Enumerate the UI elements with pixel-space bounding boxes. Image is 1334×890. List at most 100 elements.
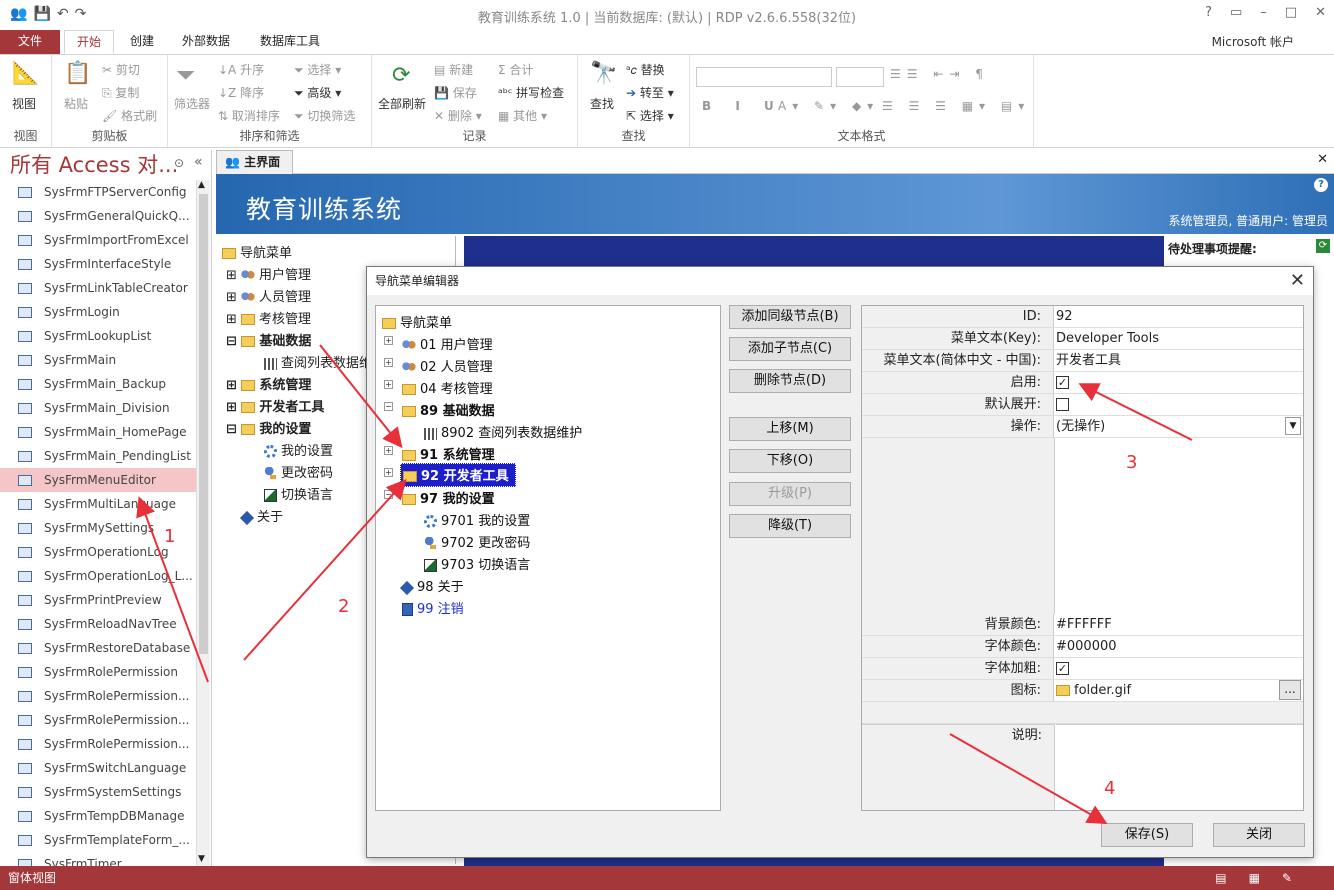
- nav-item[interactable]: SysFrmMenuEditor: [0, 468, 196, 492]
- account-button[interactable]: Microsoft 帐户: [1212, 33, 1294, 50]
- view-switch-icons[interactable]: ▤▦✎: [1215, 866, 1314, 890]
- dialog-tree-node[interactable]: 97 我的设置: [402, 488, 495, 507]
- dialog-tree-node[interactable]: 04 考核管理: [402, 378, 493, 397]
- tree-node[interactable]: ⊞ 人员管理: [226, 286, 311, 305]
- selection-button[interactable]: ⏷ 选择 ▾: [294, 61, 341, 78]
- find-button[interactable]: 查找: [590, 95, 614, 112]
- tree-node[interactable]: 关于: [239, 506, 283, 525]
- tab-home[interactable]: 开始: [64, 30, 115, 54]
- tree-node[interactable]: 切换语言: [264, 484, 333, 503]
- view-button[interactable]: 视图: [12, 95, 36, 112]
- nav-item[interactable]: SysFrmRolePermission...: [0, 732, 196, 756]
- more-button[interactable]: ▦ 其他 ▾: [498, 107, 547, 124]
- refresh-icon[interactable]: ⟳: [1316, 239, 1330, 253]
- nav-item[interactable]: SysFrmMain_HomePage: [0, 420, 196, 444]
- nav-item[interactable]: SysFrmOperationLog_L...: [0, 564, 196, 588]
- nav-item[interactable]: SysFrmReloadNavTree: [0, 612, 196, 636]
- dialog-tree-node[interactable]: 91 系统管理: [402, 444, 495, 463]
- dialog-tree-node-selected[interactable]: 92 开发者工具: [400, 463, 516, 487]
- tab-main-form[interactable]: 👥 主界面: [216, 150, 294, 174]
- collapse-pane-icon[interactable]: «: [194, 154, 203, 170]
- nav-item[interactable]: SysFrmInterfaceStyle: [0, 252, 196, 276]
- expand-icon[interactable]: +: [384, 336, 393, 345]
- expand-icon[interactable]: +: [384, 446, 393, 455]
- ribbon-display-icon[interactable]: ▭: [1230, 5, 1242, 20]
- new-record-button[interactable]: ▤ 新建: [434, 61, 473, 78]
- tree-root[interactable]: 导航菜单: [222, 242, 292, 261]
- close-document-icon[interactable]: ✕: [1317, 152, 1328, 167]
- close-button[interactable]: 关闭: [1213, 823, 1305, 847]
- nav-item[interactable]: SysFrmGeneralQuickQ...: [0, 204, 196, 228]
- nav-item[interactable]: SysFrmRolePermission...: [0, 708, 196, 732]
- nav-item[interactable]: SysFrmMain_Backup: [0, 372, 196, 396]
- tree-node[interactable]: ⊟ 基础数据: [226, 330, 311, 349]
- dialog-tree-root[interactable]: 导航菜单: [382, 312, 452, 331]
- paste-button[interactable]: 粘贴: [64, 95, 88, 112]
- scroll-up-icon[interactable]: ▲: [198, 180, 205, 190]
- goto-button[interactable]: ➔ 转至 ▾: [626, 84, 674, 101]
- scroll-down-icon[interactable]: ▼: [198, 854, 205, 864]
- nav-item[interactable]: SysFrmMultiLanguage: [0, 492, 196, 516]
- bold-italic-underline-icons[interactable]: B I U: [702, 99, 784, 113]
- nav-item[interactable]: SysFrmLinkTableCreator: [0, 276, 196, 300]
- remove-sort-button[interactable]: ⇅ 取消排序: [218, 107, 280, 124]
- dialog-tree-node[interactable]: 01 用户管理: [402, 334, 493, 353]
- nav-item[interactable]: SysFrmMain_PendingList: [0, 444, 196, 468]
- nav-item[interactable]: SysFrmRolePermission...: [0, 684, 196, 708]
- tree-node[interactable]: ⊟ 我的设置: [226, 418, 311, 437]
- nav-item[interactable]: SysFrmLogin: [0, 300, 196, 324]
- bg-color-field[interactable]: #FFFFFF: [1056, 614, 1112, 635]
- expand-icon[interactable]: +: [384, 380, 393, 389]
- dialog-tree-node[interactable]: 89 基础数据: [402, 400, 495, 419]
- dialog-tree-node[interactable]: 9703 切换语言: [424, 554, 530, 573]
- prop-id-value[interactable]: 92: [1056, 306, 1073, 327]
- bold-checkbox[interactable]: ✓: [1056, 662, 1069, 675]
- icon-field[interactable]: folder.gif: [1056, 680, 1131, 701]
- add-child-button[interactable]: 添加子节点(C): [729, 337, 851, 361]
- help-icon[interactable]: ?: [1205, 5, 1212, 20]
- refresh-all-button[interactable]: 全部刷新: [378, 95, 426, 112]
- copy-button[interactable]: ⎘ 复制: [102, 84, 139, 101]
- replace-button[interactable]: ᵃ𝑐 替换: [626, 61, 665, 78]
- nav-item[interactable]: SysFrmFTPServerConfig: [0, 180, 196, 204]
- nav-item[interactable]: SysFrmTempDBManage: [0, 804, 196, 828]
- toggle-filter-button[interactable]: ⏷ 切换筛选: [294, 107, 355, 124]
- nav-item[interactable]: SysFrmMain: [0, 348, 196, 372]
- nav-item[interactable]: SysFrmMain_Division: [0, 396, 196, 420]
- filter-button[interactable]: 筛选器: [174, 95, 210, 112]
- nav-item[interactable]: SysFrmPrintPreview: [0, 588, 196, 612]
- expand-checkbox[interactable]: [1056, 398, 1069, 411]
- nav-item[interactable]: SysFrmSwitchLanguage: [0, 756, 196, 780]
- nav-item[interactable]: SysFrmSystemSettings: [0, 780, 196, 804]
- fg-color-field[interactable]: #000000: [1056, 636, 1117, 657]
- tree-node[interactable]: ⊞ 考核管理: [226, 308, 311, 327]
- chevron-down-icon[interactable]: ⊙: [174, 156, 184, 170]
- help-circle-icon[interactable]: ?: [1314, 178, 1328, 192]
- close-icon[interactable]: ✕: [1315, 5, 1326, 20]
- spelling-button[interactable]: ᵃᵇᶜ 拼写检查: [498, 84, 564, 101]
- cut-button[interactable]: ✂ 剪切: [102, 61, 140, 78]
- action-select[interactable]: (无操作): [1056, 416, 1105, 437]
- demote-button[interactable]: 降级(T): [729, 514, 851, 538]
- align-icons[interactable]: ☰ ☰ ☰ ▦▾ ▤▾: [882, 99, 1030, 113]
- tab-database-tools[interactable]: 数据库工具: [248, 30, 332, 54]
- dialog-tree-node[interactable]: 8902 查阅列表数据维护: [424, 422, 582, 441]
- dialog-tree-node[interactable]: 98 关于: [399, 576, 464, 595]
- add-sibling-button[interactable]: 添加同级节点(B): [729, 305, 851, 329]
- delete-node-button[interactable]: 删除节点(D): [729, 369, 851, 393]
- save-record-button[interactable]: 💾 保存: [434, 84, 477, 101]
- dialog-close-icon[interactable]: ✕: [1290, 270, 1305, 291]
- move-down-button[interactable]: 下移(O): [729, 449, 851, 473]
- minimize-icon[interactable]: –: [1260, 5, 1267, 20]
- save-button[interactable]: 保存(S): [1101, 823, 1193, 847]
- scroll-thumb[interactable]: [199, 194, 208, 654]
- move-up-button[interactable]: 上移(M): [729, 417, 851, 441]
- maximize-icon[interactable]: □: [1285, 5, 1297, 20]
- select-button[interactable]: ⇱ 选择 ▾: [626, 107, 674, 124]
- font-name-combo[interactable]: [696, 67, 832, 87]
- format-painter-button[interactable]: 🖌 格式刷: [102, 107, 157, 124]
- tree-node[interactable]: 查阅列表数据维: [264, 352, 372, 371]
- dialog-tree-node[interactable]: 02 人员管理: [402, 356, 493, 375]
- totals-button[interactable]: Σ 合计: [498, 61, 533, 78]
- tree-node[interactable]: ⊞ 系统管理: [226, 374, 311, 393]
